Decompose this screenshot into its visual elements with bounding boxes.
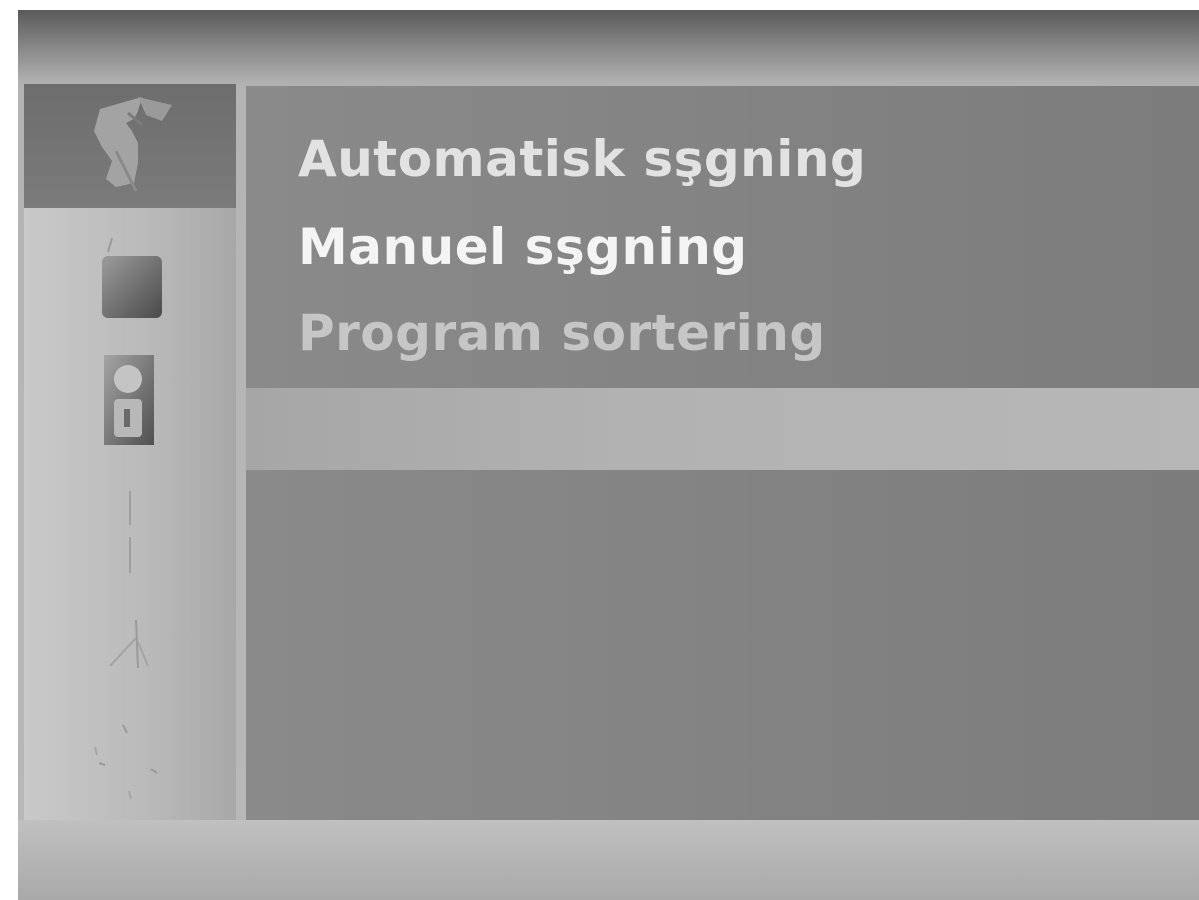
menu-panel: Automatisk sşgning Manuel sşgning Progra… [246,86,1199,824]
menu-item-program-sorting[interactable]: Program sortering [298,304,826,362]
selection-highlight-bar [246,388,1199,470]
tv-icon [102,237,162,318]
sidebar-item-channel[interactable] [24,476,236,586]
sidebar-item-picture[interactable] [24,224,236,334]
menu-item-manual-search[interactable]: Manuel sşgning [298,218,748,276]
sidebar-item-settings[interactable] [24,706,236,816]
sidebar-item-lock[interactable] [24,346,236,456]
top-band [18,10,1199,82]
menu-item-automatic-search[interactable]: Automatisk sşgning [298,130,866,188]
channel-icon [129,491,131,573]
antenna-icon [109,619,149,669]
sidebar-item-installation[interactable] [24,84,236,208]
tv-menu-screen: Automatisk sşgning Manuel sşgning Progra… [18,10,1199,900]
sidebar [24,84,236,824]
lock-icon [104,355,154,445]
sidebar-item-signal[interactable] [24,596,236,696]
satellite-dish-icon [94,97,172,192]
settings-icon [94,724,158,800]
